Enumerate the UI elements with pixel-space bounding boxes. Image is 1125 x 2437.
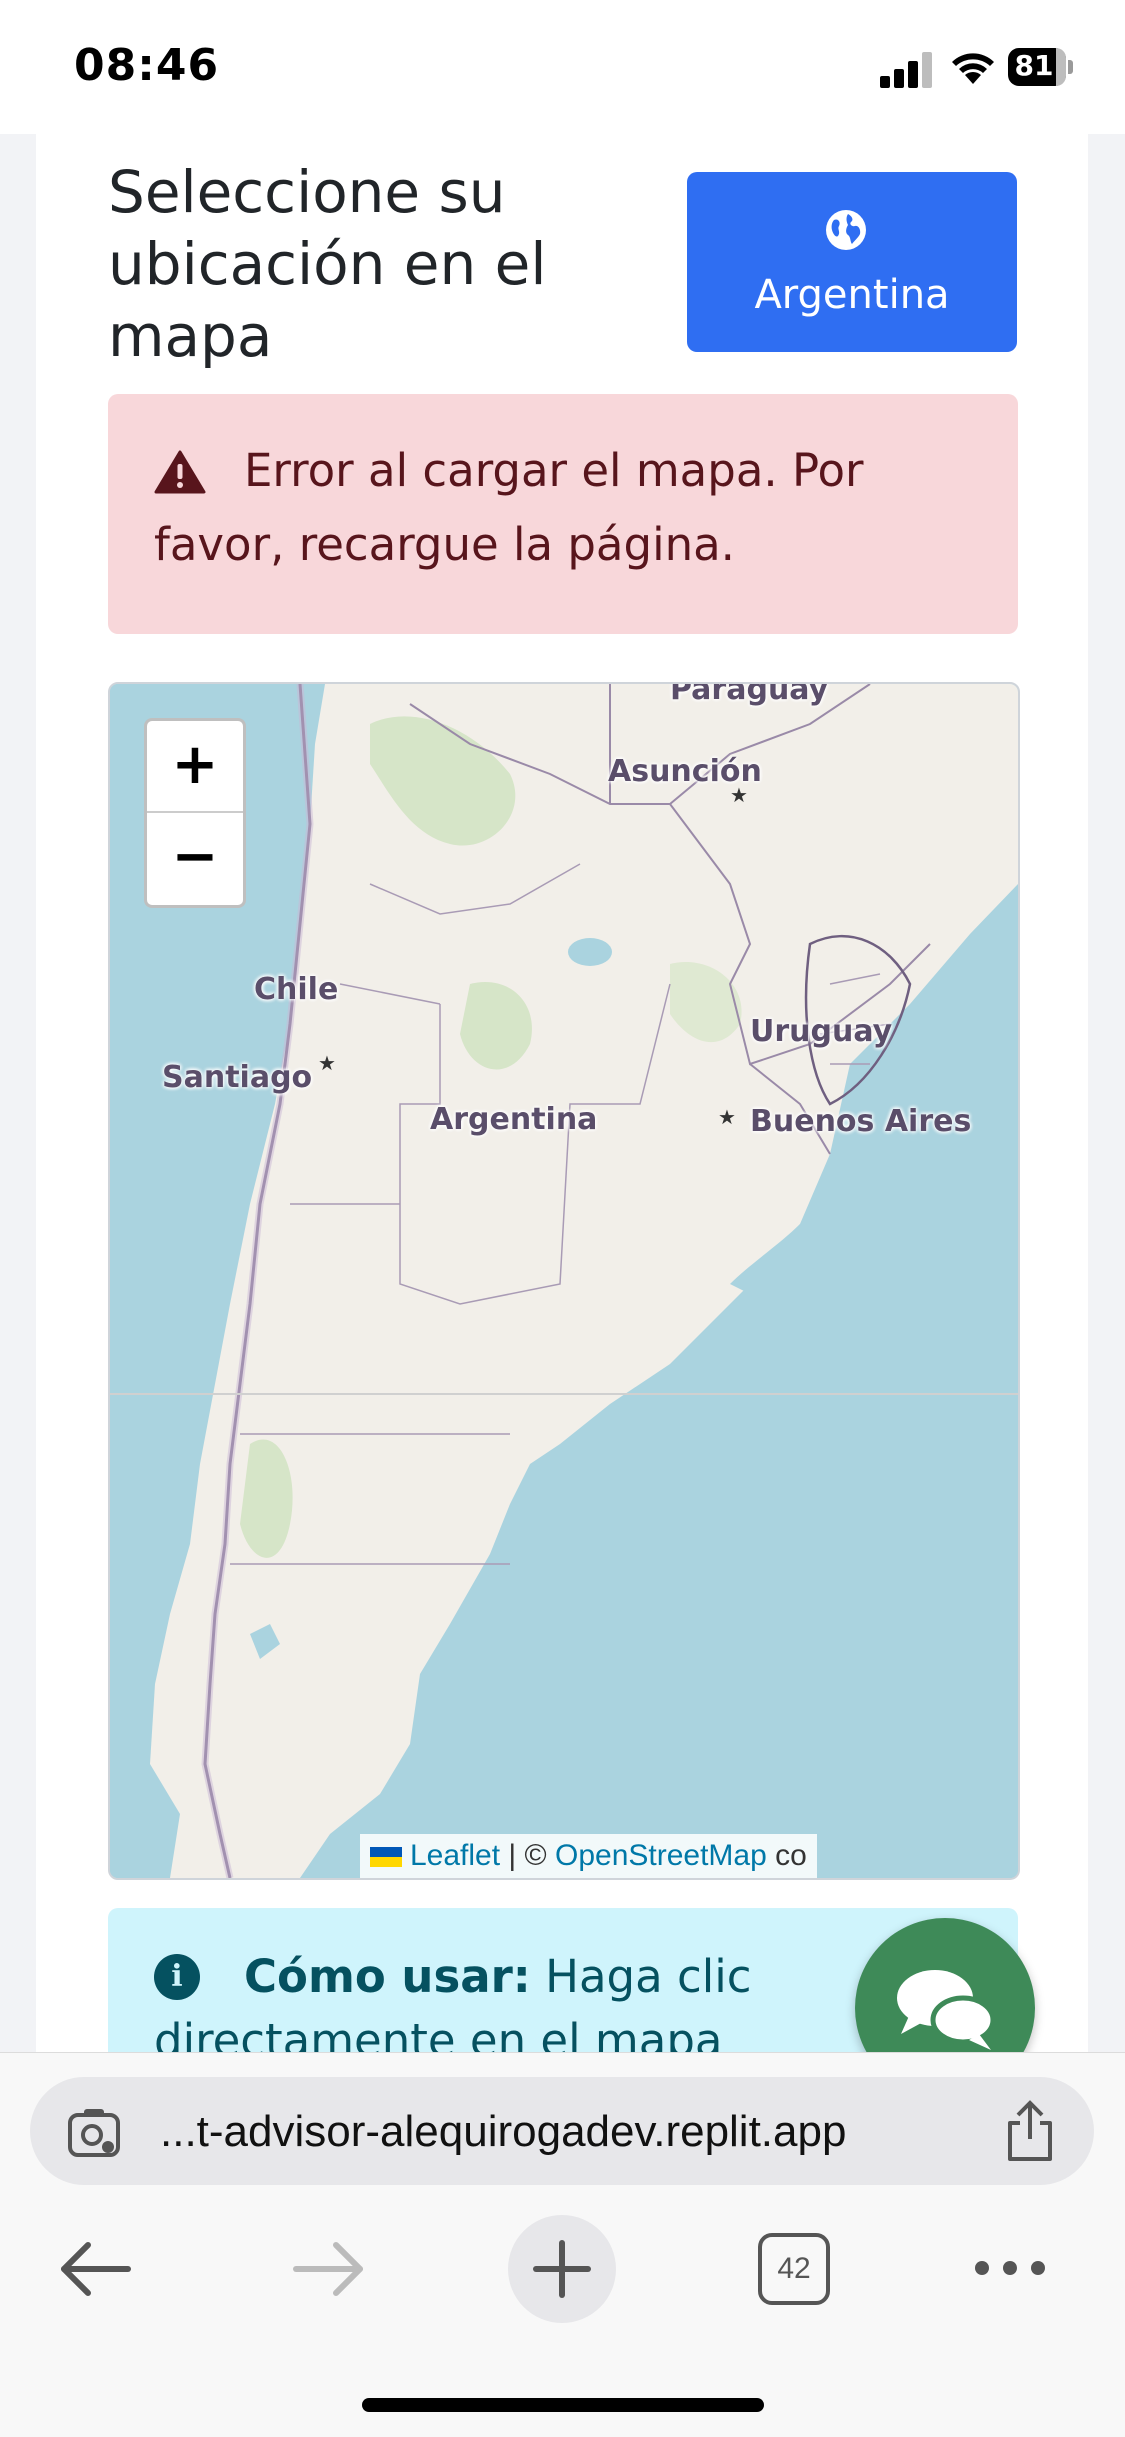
site-settings-icon[interactable] bbox=[66, 2105, 122, 2159]
map-label-buenos-aires: Buenos Aires bbox=[750, 1104, 972, 1139]
error-message: Error al cargar el mapa. Por favor, reca… bbox=[154, 444, 864, 571]
status-bar: 08:46 81 bbox=[0, 0, 1125, 134]
map-label-argentina: Argentina bbox=[430, 1102, 598, 1137]
svg-text:★: ★ bbox=[718, 1105, 736, 1129]
map-label-santiago: Santiago bbox=[162, 1060, 313, 1095]
map-label-chile: Chile bbox=[254, 972, 339, 1007]
svg-text:★: ★ bbox=[318, 1051, 336, 1075]
error-alert: Error al cargar el mapa. Por favor, reca… bbox=[108, 394, 1018, 634]
zoom-in-button[interactable]: + bbox=[147, 721, 243, 813]
map-label-asuncion: Asunción bbox=[608, 754, 762, 789]
forward-arrow-icon[interactable] bbox=[288, 2237, 368, 2301]
attribution-tail: co bbox=[766, 1839, 807, 1872]
ukraine-flag-icon bbox=[370, 1847, 402, 1868]
zoom-out-button[interactable]: − bbox=[147, 813, 243, 903]
leaflet-link[interactable]: Leaflet bbox=[410, 1839, 500, 1872]
content-card: Seleccione su ubicación en el mapa Argen… bbox=[36, 134, 1088, 2052]
share-icon[interactable] bbox=[1002, 2099, 1058, 2163]
wifi-icon bbox=[952, 53, 994, 84]
map-tiles: ★ ★ ★ bbox=[110, 684, 1018, 1878]
attribution-separator: | © bbox=[500, 1839, 555, 1872]
map-label-paraguay: Paraguay bbox=[670, 682, 829, 707]
home-indicator bbox=[362, 2398, 764, 2412]
openstreetmap-link[interactable]: OpenStreetMap bbox=[555, 1839, 767, 1872]
info-text-continued: directamente en el mapa bbox=[154, 2014, 723, 2052]
country-select-button[interactable]: Argentina bbox=[687, 172, 1017, 352]
battery-icon: 81 bbox=[1008, 48, 1073, 86]
map-attribution: Leaflet | © OpenStreetMap co bbox=[360, 1834, 817, 1878]
info-text: Haga clic bbox=[530, 1950, 752, 2003]
status-time: 08:46 bbox=[74, 40, 220, 91]
url-text[interactable]: ...t-advisor-alequirogadev.replit.app bbox=[160, 2107, 846, 2157]
browser-toolbar: ...t-advisor-alequirogadev.replit.app 42 bbox=[0, 2052, 1125, 2437]
tab-switcher-button[interactable]: 42 bbox=[758, 2233, 830, 2305]
address-bar[interactable]: ...t-advisor-alequirogadev.replit.app bbox=[30, 2077, 1094, 2185]
battery-level: 81 bbox=[1014, 49, 1054, 82]
country-button-label: Argentina bbox=[754, 272, 950, 318]
globe-icon bbox=[826, 210, 866, 250]
map-view[interactable]: ★ ★ ★ Paraguay Asunción Chile Santiago A… bbox=[108, 682, 1020, 1880]
map-zoom-control: + − bbox=[144, 718, 246, 908]
page-title: Seleccione su ubicación en el mapa bbox=[108, 158, 547, 370]
cellular-signal-icon bbox=[880, 50, 932, 88]
info-title: Cómo usar: bbox=[244, 1950, 531, 2003]
chat-bubbles-icon bbox=[897, 1970, 996, 2050]
more-options-icon[interactable] bbox=[970, 2253, 1050, 2283]
plus-icon bbox=[533, 2240, 591, 2298]
back-arrow-icon[interactable] bbox=[56, 2237, 136, 2301]
new-tab-button[interactable] bbox=[508, 2215, 616, 2323]
map-label-uruguay: Uruguay bbox=[750, 1014, 893, 1049]
web-page: Seleccione su ubicación en el mapa Argen… bbox=[0, 134, 1125, 2052]
